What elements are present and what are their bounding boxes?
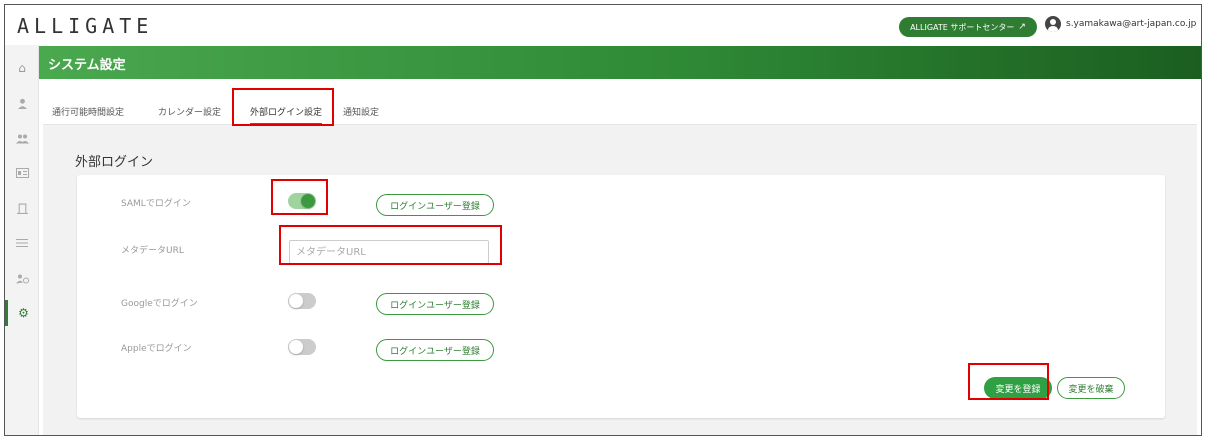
google-register-users-button[interactable]: ログインユーザー登録	[376, 293, 494, 315]
save-changes-button[interactable]: 変更を登録	[984, 377, 1052, 399]
sidebar-item-id-card[interactable]	[5, 160, 39, 186]
tab-notification[interactable]: 通知設定	[343, 105, 379, 118]
user-icon	[17, 98, 27, 109]
users-icon	[15, 134, 29, 143]
page-header: システム設定	[39, 46, 1201, 79]
google-login-label: Googleでログイン	[121, 299, 198, 309]
toggle-knob	[289, 340, 303, 354]
google-login-toggle[interactable]	[288, 293, 316, 309]
metadata-url-label: メタデータURL	[121, 246, 184, 256]
main-content: 通行可能時間設定 カレンダー設定 外部ログイン設定 通知設定 外部ログイン SA…	[43, 95, 1197, 435]
app-logo: ALLIGATE	[17, 14, 154, 38]
metadata-url-input[interactable]	[289, 240, 489, 264]
external-login-card: SAMLでログイン ログインユーザー登録 メタデータURL Googleでログイ…	[77, 175, 1165, 418]
sidebar: ⌂ ⚙	[5, 45, 39, 435]
external-link-icon: ↗	[1018, 22, 1026, 32]
sidebar-item-user-clock[interactable]	[5, 265, 39, 291]
apple-login-label: Appleでログイン	[121, 344, 192, 354]
top-bar: ALLIGATE ALLIGATE サポートセンター ↗ s.yamakawa@…	[5, 5, 1201, 45]
discard-changes-button[interactable]: 変更を破棄	[1057, 377, 1125, 399]
user-email: s.yamakawa@art-japan.co.jp	[1066, 19, 1197, 29]
user-menu[interactable]: s.yamakawa@art-japan.co.jp ∨	[1045, 16, 1202, 32]
chevron-down-icon: ∨	[1201, 20, 1202, 29]
sidebar-item-door[interactable]	[5, 195, 39, 221]
toggle-knob	[289, 294, 303, 308]
sidebar-item-home[interactable]: ⌂	[5, 55, 39, 81]
support-center-label: ALLIGATE サポートセンター	[910, 22, 1015, 32]
door-icon	[16, 203, 28, 214]
sidebar-item-settings[interactable]: ⚙	[5, 300, 39, 326]
user-avatar-icon	[1045, 16, 1061, 32]
home-icon: ⌂	[18, 61, 26, 75]
section-title: 外部ログイン	[75, 155, 154, 170]
app-window: ALLIGATE ALLIGATE サポートセンター ↗ s.yamakawa@…	[4, 4, 1202, 436]
tab-access-time[interactable]: 通行可能時間設定	[52, 105, 124, 118]
apple-login-toggle[interactable]	[288, 339, 316, 355]
settings-tabs: 通行可能時間設定 カレンダー設定 外部ログイン設定 通知設定	[43, 95, 1197, 125]
user-clock-icon	[15, 274, 29, 283]
toggle-knob	[301, 194, 315, 208]
gear-icon: ⚙	[18, 306, 29, 320]
tab-external-login[interactable]: 外部ログイン設定	[250, 105, 323, 125]
support-center-button[interactable]: ALLIGATE サポートセンター ↗	[899, 17, 1037, 37]
list-icon	[16, 239, 28, 247]
apple-register-users-button[interactable]: ログインユーザー登録	[376, 339, 494, 361]
saml-register-users-button[interactable]: ログインユーザー登録	[376, 194, 494, 216]
tab-calendar[interactable]: カレンダー設定	[158, 105, 221, 118]
sidebar-item-list[interactable]	[5, 230, 39, 256]
id-card-icon	[15, 168, 29, 178]
page-title: システム設定	[48, 58, 126, 73]
saml-login-label: SAMLでログイン	[121, 199, 191, 209]
sidebar-item-user[interactable]	[5, 90, 39, 116]
saml-login-toggle[interactable]	[288, 193, 316, 209]
sidebar-item-users[interactable]	[5, 125, 39, 151]
